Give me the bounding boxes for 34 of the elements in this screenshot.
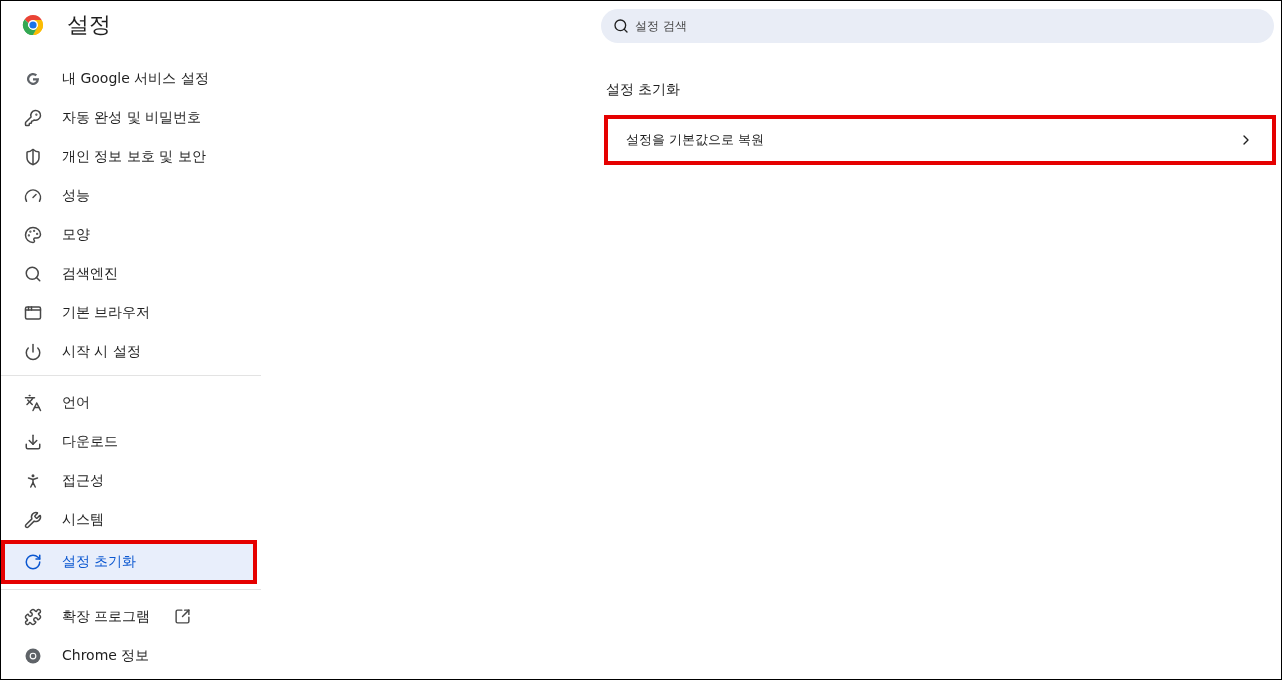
key-icon xyxy=(24,108,42,127)
sidebar-item[interactable]: 접근성 xyxy=(1,461,257,500)
puzzle-icon xyxy=(24,607,42,626)
sidebar-item[interactable]: 내 Google 서비스 설정 xyxy=(1,59,257,98)
palette-icon xyxy=(24,225,42,244)
sidebar-item[interactable]: 시스템 xyxy=(1,500,257,539)
search-icon xyxy=(613,18,629,34)
reset-settings-row[interactable]: 설정을 기본값으로 복원 xyxy=(604,115,1276,165)
sidebar-item[interactable]: 기본 브라우저 xyxy=(1,293,257,332)
translate-icon xyxy=(24,393,42,412)
sidebar-item[interactable]: Chrome 정보 xyxy=(1,636,257,675)
chrome-icon xyxy=(24,646,42,665)
sidebar-item[interactable]: 자동 완성 및 비밀번호 xyxy=(1,98,257,137)
sidebar-item[interactable]: 설정 초기화 xyxy=(1,540,257,584)
sidebar-item[interactable]: 모양 xyxy=(1,215,257,254)
sidebar-item[interactable]: 확장 프로그램 xyxy=(1,597,257,636)
gauge-icon xyxy=(24,186,42,205)
shield-icon xyxy=(24,147,42,166)
download-icon xyxy=(24,432,42,451)
wrench-icon xyxy=(24,510,42,529)
sidebar-item[interactable]: 개인 정보 보호 및 보안 xyxy=(1,137,257,176)
window-icon xyxy=(24,303,42,322)
sidebar-item[interactable]: 다운로드 xyxy=(1,422,257,461)
power-icon xyxy=(24,342,42,361)
search-icon xyxy=(24,264,42,283)
chrome-logo-icon xyxy=(21,13,45,37)
sidebar-item[interactable]: 검색엔진 xyxy=(1,254,257,293)
sidebar-item[interactable]: 성능 xyxy=(1,176,257,215)
search-field[interactable]: 설정 검색 xyxy=(601,9,1274,43)
page-title: 설정 xyxy=(67,11,111,39)
sidebar-item[interactable]: 언어 xyxy=(1,383,257,422)
sidebar-item[interactable]: 시작 시 설정 xyxy=(1,332,257,371)
section-title: 설정 초기화 xyxy=(606,81,682,99)
reset-icon xyxy=(24,553,42,571)
